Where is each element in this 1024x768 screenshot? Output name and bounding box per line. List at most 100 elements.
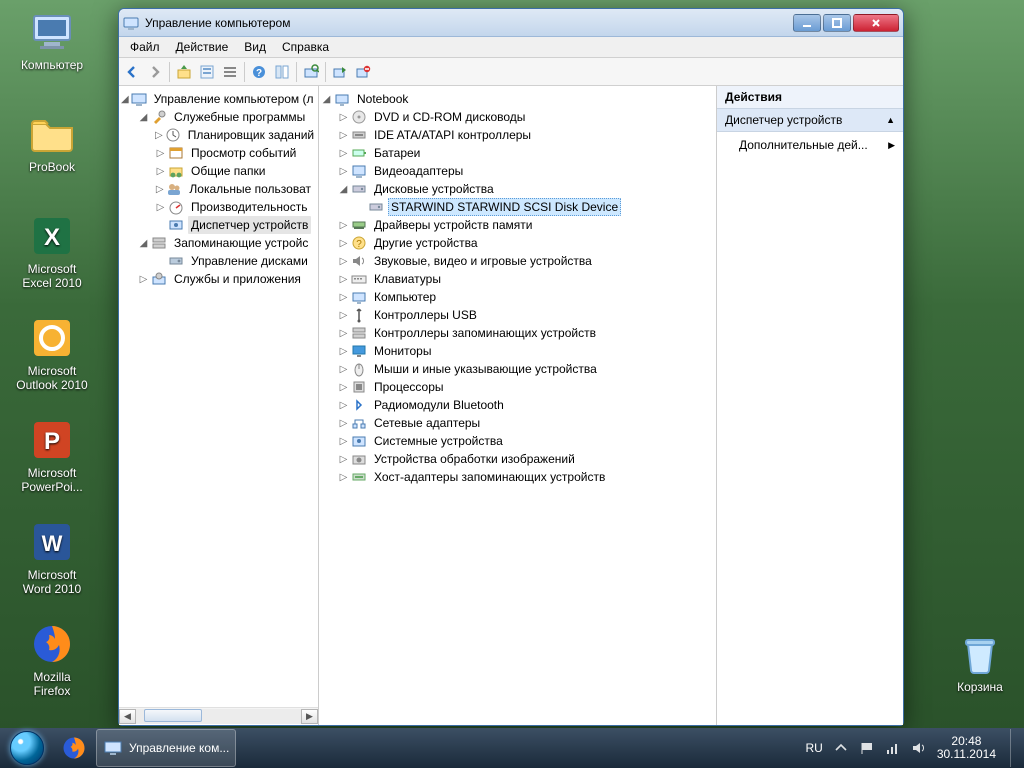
device-category[interactable]: ▷ Системные устройства [321, 432, 716, 450]
tree-node-local-users[interactable]: ▷Локальные пользоват [155, 180, 318, 198]
device-category[interactable]: ▷ Мониторы [321, 342, 716, 360]
toolbar-enable-button[interactable] [329, 61, 351, 83]
scroll-right-button[interactable]: ▶ [301, 709, 318, 724]
tree-node-event-viewer[interactable]: ▷Просмотр событий [155, 144, 318, 162]
expand-icon[interactable]: ▷ [338, 454, 349, 465]
taskbar-pinned-firefox[interactable] [54, 729, 94, 767]
tree-node-disk-management[interactable]: Управление дисками [155, 252, 318, 270]
toolbar-forward-button[interactable] [144, 61, 166, 83]
tree-root-computer-management[interactable]: ◢ Управление компьютером (л [121, 90, 318, 108]
expand-icon[interactable]: ▷ [338, 382, 349, 393]
device-category[interactable]: ▷ Хост-адаптеры запоминающих устройств [321, 468, 716, 486]
device-category[interactable]: ▷ Драйверы устройств памяти [321, 216, 716, 234]
device-category[interactable]: ▷ Мыши и иные указывающие устройства [321, 360, 716, 378]
device-category[interactable]: ◢ Дисковые устройства [321, 180, 716, 198]
device-category[interactable]: ▷ Устройства обработки изображений [321, 450, 716, 468]
device-category[interactable]: ▷ Клавиатуры [321, 270, 716, 288]
toolbar-disable-button[interactable] [352, 61, 374, 83]
tree-node-device-manager[interactable]: Диспетчер устройств [155, 216, 318, 234]
device-category[interactable]: ▷ Звуковые, видео и игровые устройства [321, 252, 716, 270]
device-category[interactable]: ▷ Видеоадаптеры [321, 162, 716, 180]
expand-icon[interactable]: ▷ [155, 166, 166, 177]
collapse-icon[interactable]: ◢ [338, 184, 349, 195]
expand-icon[interactable]: ▷ [155, 184, 164, 195]
expand-icon[interactable]: ▷ [338, 310, 349, 321]
tree-node-shared-folders[interactable]: ▷Общие папки [155, 162, 318, 180]
expand-icon[interactable]: ▷ [338, 364, 349, 375]
result-pane[interactable]: ◢ Notebook ▷ DVD и CD-ROM дисководы ▷ ID… [319, 86, 717, 725]
expand-icon[interactable]: ▷ [155, 130, 163, 141]
device-category[interactable]: ▷ Контроллеры USB [321, 306, 716, 324]
menu-action[interactable]: Действие [168, 38, 237, 56]
tree-node-services-apps[interactable]: ▷ Службы и приложения [138, 270, 318, 288]
expand-icon[interactable]: ▷ [338, 472, 349, 483]
start-button[interactable] [0, 728, 54, 768]
desktop-icon-recycle[interactable]: Корзина [942, 630, 1018, 694]
device-category[interactable]: ▷ ? Другие устройства [321, 234, 716, 252]
scope-pane[interactable]: ◢ Управление компьютером (л ◢ Служебные … [119, 86, 319, 725]
titlebar[interactable]: Управление компьютером [119, 9, 903, 37]
device-category[interactable]: ▷ IDE ATA/ATAPI контроллеры [321, 126, 716, 144]
window-minimize-button[interactable] [793, 14, 821, 32]
expand-icon[interactable]: ▷ [338, 148, 349, 159]
tray-show-hidden-icon[interactable] [833, 740, 849, 756]
window-maximize-button[interactable] [823, 14, 851, 32]
toolbar-up-button[interactable] [173, 61, 195, 83]
collapse-icon[interactable]: ◢ [138, 238, 149, 249]
scroll-thumb[interactable] [144, 709, 202, 722]
tree-node-performance[interactable]: ▷Производительность [155, 198, 318, 216]
desktop-icon-firefox[interactable]: Mozilla Firefox [14, 620, 90, 698]
desktop-icon-outlook[interactable]: Microsoft Outlook 2010 [14, 314, 90, 392]
device-category[interactable]: ▷ Радиомодули Bluetooth [321, 396, 716, 414]
desktop-icon-computer[interactable]: Компьютер [14, 8, 90, 72]
expand-icon[interactable]: ▷ [338, 130, 349, 141]
device-category[interactable]: ▷ Сетевые адаптеры [321, 414, 716, 432]
expand-icon[interactable]: ▷ [338, 400, 349, 411]
collapse-icon[interactable]: ◢ [138, 112, 149, 123]
desktop-icon-word[interactable]: W Microsoft Word 2010 [14, 518, 90, 596]
desktop-icon-excel[interactable]: X Microsoft Excel 2010 [14, 212, 90, 290]
desktop-icon-powerpoint[interactable]: P Microsoft PowerPoi... [14, 416, 90, 494]
menu-view[interactable]: Вид [236, 38, 274, 56]
tree-node-storage[interactable]: ◢ Запоминающие устройс [138, 234, 318, 252]
toolbar-back-button[interactable] [121, 61, 143, 83]
show-desktop-button[interactable] [1010, 729, 1018, 767]
expand-icon[interactable]: ▷ [338, 328, 349, 339]
actions-more[interactable]: Дополнительные дей... ▶ [717, 132, 903, 158]
device-category[interactable]: ▷ Процессоры [321, 378, 716, 396]
toolbar-scan-button[interactable] [300, 61, 322, 83]
taskbar-app-computer-management[interactable]: Управление ком... [96, 729, 236, 767]
device-category[interactable]: ▷ Батареи [321, 144, 716, 162]
expand-icon[interactable]: ▷ [338, 346, 349, 357]
expand-icon[interactable]: ▷ [338, 238, 349, 249]
expand-icon[interactable]: ▷ [338, 112, 349, 123]
tray-flag-icon[interactable] [859, 740, 875, 756]
scroll-left-button[interactable]: ◀ [119, 709, 136, 724]
expand-icon[interactable]: ▷ [138, 274, 149, 285]
expand-icon[interactable]: ▷ [155, 202, 166, 213]
tree-node-task-scheduler[interactable]: ▷Планировщик заданий [155, 126, 318, 144]
expand-icon[interactable]: ▷ [155, 148, 166, 159]
device-category[interactable]: ▷ Компьютер [321, 288, 716, 306]
device-root[interactable]: ◢ Notebook [321, 90, 716, 108]
expand-icon[interactable]: ▷ [338, 256, 349, 267]
expand-icon[interactable]: ▷ [338, 292, 349, 303]
tray-language[interactable]: RU [805, 741, 822, 755]
collapse-icon[interactable]: ◢ [121, 94, 129, 105]
desktop-icon-probook[interactable]: ProBook [14, 110, 90, 174]
expand-icon[interactable]: ▷ [338, 166, 349, 177]
tree-node-system-tools[interactable]: ◢ Служебные программы [138, 108, 318, 126]
device-category[interactable]: ▷ DVD и CD-ROM дисководы [321, 108, 716, 126]
scope-pane-scrollbar[interactable]: ◀ ▶ [119, 707, 318, 724]
window-close-button[interactable] [853, 14, 899, 32]
scroll-track[interactable] [136, 709, 301, 724]
toolbar-show-button[interactable] [271, 61, 293, 83]
actions-section[interactable]: Диспетчер устройств ▲ [717, 109, 903, 132]
expand-icon[interactable]: ▷ [338, 436, 349, 447]
expand-icon[interactable]: ▷ [338, 274, 349, 285]
tray-volume-icon[interactable] [911, 740, 927, 756]
expand-icon[interactable]: ▷ [338, 418, 349, 429]
expand-icon[interactable]: ▷ [338, 220, 349, 231]
toolbar-list-button[interactable] [219, 61, 241, 83]
tray-network-icon[interactable] [885, 740, 901, 756]
